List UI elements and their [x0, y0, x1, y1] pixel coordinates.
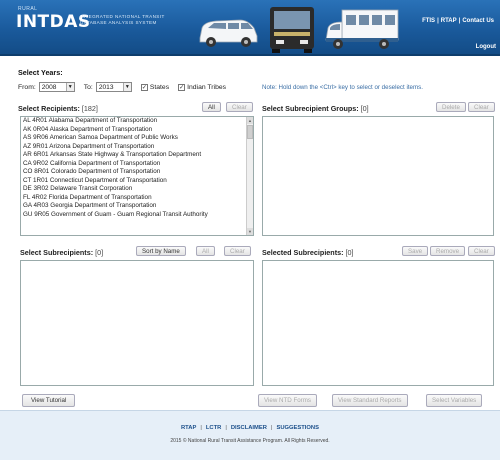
years-row: From: 2008 ▼ To: 2013 ▼ ✓ States ✓ India… — [18, 82, 226, 92]
recipient-option[interactable]: GU 9R05 Government of Guam - Guam Region… — [23, 211, 253, 220]
chevron-down-icon: ▼ — [122, 83, 131, 91]
subrecipients-all-button[interactable]: All — [196, 246, 215, 256]
recipients-title: Select Recipients: [182] — [18, 104, 98, 113]
indian-tribes-checkbox[interactable]: ✓ Indian Tribes — [178, 83, 226, 91]
recipients-clear-button[interactable]: Clear — [226, 102, 253, 112]
checkmark-icon: ✓ — [178, 83, 186, 91]
scroll-down-icon[interactable]: ▼ — [247, 228, 253, 235]
from-year-select[interactable]: 2008 ▼ — [38, 82, 75, 92]
recipient-option[interactable]: AL 4R01 Alabama Department of Transporta… — [23, 117, 253, 126]
rtap-link[interactable]: RTAP — [441, 18, 457, 24]
footer-link-rtap[interactable]: RTAP — [181, 425, 196, 431]
contact-us-link[interactable]: Contact Us — [462, 18, 494, 24]
recipients-all-button[interactable]: All — [202, 102, 221, 112]
recipient-option[interactable]: AR 6R01 Arkansas State Highway & Transpo… — [23, 151, 253, 160]
recipient-option[interactable]: FL 4R02 Florida Department of Transporta… — [23, 194, 253, 203]
view-tutorial-button[interactable]: View Tutorial — [22, 394, 76, 407]
site-footer: RTAP | LCTR | DISCLAIMER | SUGGESTIONS 2015 © … — [0, 410, 500, 460]
recipient-option[interactable]: CA 9R02 California Department of Transpo… — [23, 160, 253, 169]
remove-button[interactable]: Remove — [430, 246, 466, 256]
selected-clear-button[interactable]: Clear — [468, 246, 495, 256]
ftis-link[interactable]: FTIS — [422, 18, 435, 24]
view-standard-reports-button[interactable]: View Standard Reports — [332, 394, 408, 407]
to-label: To: — [83, 83, 93, 91]
recipient-option[interactable]: DE 3R02 Delaware Transit Corporation — [23, 185, 253, 194]
recipient-option[interactable]: AK 0R04 Alaska Department of Transportat… — [23, 126, 253, 135]
groups-clear-button[interactable]: Clear — [468, 102, 495, 112]
to-year-select[interactable]: 2013 ▼ — [95, 82, 132, 92]
subrecipients-listbox[interactable] — [20, 260, 254, 386]
footer-link-disclaimer[interactable]: DISCLAIMER — [231, 425, 267, 431]
scroll-thumb[interactable] — [247, 125, 253, 139]
recipients-scrollbar[interactable]: ▲ ▼ — [246, 117, 253, 235]
save-button[interactable]: Save — [402, 246, 429, 256]
selected-subrecipients-listbox[interactable] — [262, 260, 494, 386]
states-checkbox[interactable]: ✓ States — [140, 83, 169, 91]
select-years-title: Select Years: — [18, 68, 63, 77]
footer-links: RTAP | LCTR | DISCLAIMER | SUGGESTIONS — [181, 425, 319, 431]
header-nav: FTIS | RTAP | Contact Us — [422, 18, 494, 24]
ctrl-note: Note: Hold down the <Ctrl> key to select… — [262, 84, 423, 91]
logo-subtitle: INTEGRATED NATIONAL TRANSIT DATABASE ANA… — [80, 14, 165, 25]
from-label: From: — [18, 83, 36, 91]
view-ntd-forms-button[interactable]: View NTD Forms — [258, 394, 317, 407]
select-variables-button[interactable]: Select Variables — [426, 394, 483, 407]
checkmark-icon: ✓ — [140, 83, 148, 91]
copyright-text: 2015 © National Rural Transit Assistance… — [170, 438, 330, 444]
bus-image — [270, 7, 314, 53]
recipient-option[interactable]: CT 1R01 Connecticut Department of Transp… — [23, 177, 253, 186]
selected-subrecipients-title: Selected Subrecipients: [0] — [262, 248, 354, 257]
footer-link-lctr[interactable]: LCTR — [206, 425, 221, 431]
footer-link-suggestions[interactable]: SUGGESTIONS — [276, 425, 319, 431]
recipient-list: AL 4R01 Alabama Department of Transporta… — [21, 117, 253, 219]
sort-by-name-button[interactable]: Sort by Name — [136, 246, 186, 256]
subrecipients-title: Select Subrecipients: [0] — [20, 248, 104, 257]
recipient-option[interactable]: AS 9R06 American Samoa Department of Pub… — [23, 134, 253, 143]
minivan-image — [199, 19, 258, 47]
recipient-option[interactable]: AZ 9R01 Arizona Department of Transporta… — [23, 143, 253, 152]
scroll-up-icon[interactable]: ▲ — [247, 117, 253, 124]
groups-delete-button[interactable]: Delete — [436, 102, 466, 112]
recipients-listbox[interactable]: AL 4R01 Alabama Department of Transporta… — [20, 116, 254, 236]
recipients-count: [182] — [81, 104, 98, 113]
site-header: RURAL INTDAS INTEGRATED NATIONAL TRANSIT… — [0, 0, 500, 56]
recipient-option[interactable]: GA 4R03 Georgia Department of Transporta… — [23, 202, 253, 211]
logout-link[interactable]: Logout — [476, 44, 496, 50]
shuttle-bus-image — [325, 9, 399, 49]
subrecipient-groups-listbox[interactable] — [262, 116, 494, 236]
subrecipients-clear-button[interactable]: Clear — [224, 246, 251, 256]
subrecipient-groups-title: Select Subrecipient Groups: [0] — [262, 104, 369, 113]
recipient-option[interactable]: CO 8R01 Colorado Department of Transport… — [23, 168, 253, 177]
chevron-down-icon: ▼ — [65, 83, 74, 91]
